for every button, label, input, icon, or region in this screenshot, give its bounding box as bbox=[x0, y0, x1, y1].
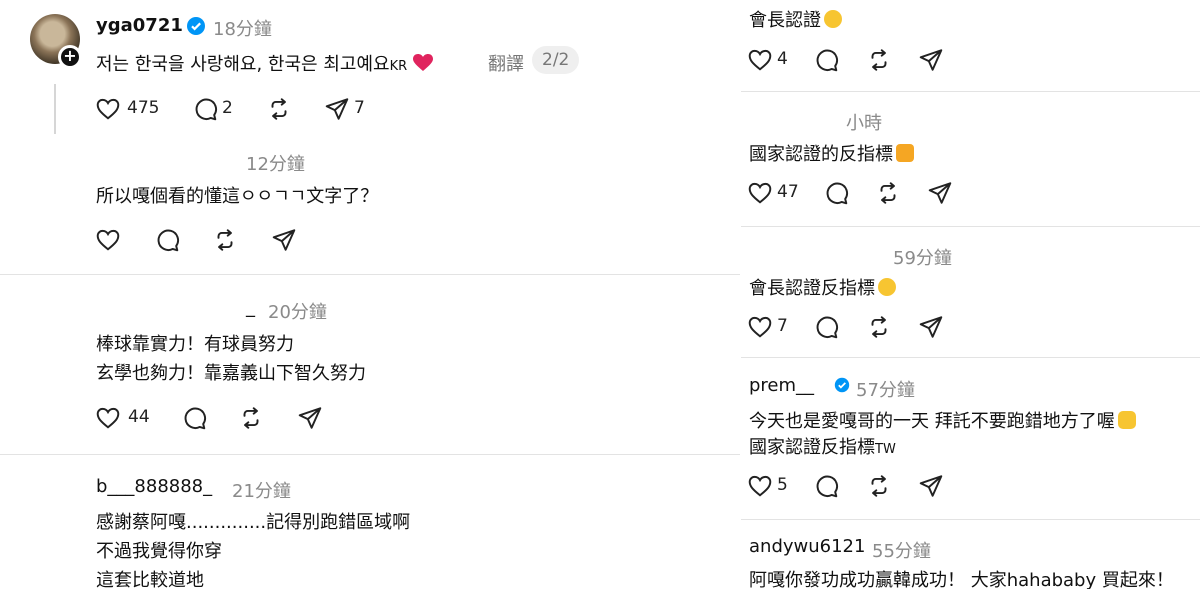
like-icon[interactable] bbox=[747, 473, 773, 499]
like-count: 7 bbox=[777, 316, 788, 336]
repost-icon[interactable] bbox=[866, 473, 892, 499]
comment-icon[interactable] bbox=[823, 180, 849, 206]
comment-time: 20分鐘 bbox=[268, 302, 327, 323]
like-count: 47 bbox=[777, 182, 799, 202]
comment-time: 12分鐘 bbox=[246, 154, 305, 175]
post-time: 18分鐘 bbox=[213, 19, 272, 40]
repost-icon[interactable] bbox=[238, 405, 264, 431]
comment-text: 阿嘎你發功成功贏韓成功！ 大家hahababy 買起來！ bbox=[749, 570, 1174, 589]
verified-badge-icon bbox=[186, 16, 206, 36]
divider bbox=[0, 454, 740, 455]
repost-icon[interactable] bbox=[266, 96, 292, 122]
like-icon[interactable] bbox=[95, 96, 121, 122]
comment-icon[interactable] bbox=[192, 96, 218, 122]
like-icon[interactable] bbox=[95, 227, 121, 253]
comment-icon[interactable] bbox=[181, 405, 207, 431]
like-icon[interactable] bbox=[747, 180, 773, 206]
like-icon[interactable] bbox=[95, 405, 121, 431]
comment-icon[interactable] bbox=[813, 314, 839, 340]
comment-line: 玄學也夠力！靠嘉義山下智久努力 bbox=[96, 363, 366, 384]
comment-text: 國家認證的反指標 bbox=[749, 140, 914, 166]
share-icon[interactable] bbox=[918, 473, 944, 499]
comment-username[interactable]: andywu6121 bbox=[749, 536, 865, 557]
flag-tw: TW bbox=[875, 442, 896, 457]
laughing-emoji-icon bbox=[878, 278, 896, 296]
like-count: 475 bbox=[127, 98, 160, 118]
comment-time: 55分鐘 bbox=[872, 541, 931, 562]
verified-badge-icon bbox=[834, 377, 850, 393]
like-count: 5 bbox=[777, 475, 788, 495]
repost-icon[interactable] bbox=[866, 47, 892, 73]
comment-line: 今天也是愛嘎哥的一天 拜託不要跑錯地方了喔 bbox=[749, 407, 1136, 433]
divider bbox=[0, 274, 740, 275]
comment-line: 感謝蔡阿嘎..............記得別跑錯區域啊 bbox=[96, 512, 411, 533]
thumbs-up-emoji-icon bbox=[896, 144, 914, 162]
rofl-emoji-icon bbox=[824, 10, 842, 28]
comment-time: 21分鐘 bbox=[232, 481, 291, 502]
share-icon[interactable] bbox=[927, 180, 953, 206]
comment-icon[interactable] bbox=[813, 473, 839, 499]
comment-line: 這套比較道地 bbox=[96, 570, 204, 589]
thread-line bbox=[54, 84, 56, 134]
share-count: 7 bbox=[354, 98, 365, 118]
divider bbox=[741, 91, 1200, 92]
heart-hands-emoji-icon bbox=[1117, 411, 1136, 429]
comment-time: 57分鐘 bbox=[856, 380, 915, 401]
translate-link[interactable]: 翻譯 bbox=[488, 50, 524, 76]
comment-count: 2 bbox=[222, 98, 233, 118]
repost-icon[interactable] bbox=[875, 180, 901, 206]
comment-text: 所以嘎個看的懂這ㅇㅇㄱㄱ文字了？ bbox=[96, 186, 379, 207]
heart-emoji bbox=[412, 54, 433, 72]
like-icon[interactable] bbox=[747, 314, 773, 340]
comment-text: 會長認證 bbox=[749, 6, 842, 32]
like-count: 4 bbox=[777, 49, 788, 69]
divider bbox=[741, 519, 1200, 520]
page-indicator: 2/2 bbox=[532, 46, 580, 74]
flag-kr: KR bbox=[389, 59, 408, 74]
comment-icon[interactable] bbox=[154, 227, 180, 253]
repost-icon[interactable] bbox=[212, 227, 238, 253]
divider bbox=[741, 226, 1200, 227]
comment-time: 小時 bbox=[846, 113, 882, 134]
comment-username[interactable]: prem__ bbox=[749, 375, 814, 396]
like-count: 44 bbox=[128, 407, 150, 427]
comment-text: 會長認證反指標 bbox=[749, 274, 896, 300]
share-icon[interactable] bbox=[271, 227, 297, 253]
share-icon[interactable] bbox=[918, 47, 944, 73]
comment-time: 59分鐘 bbox=[893, 248, 952, 269]
repost-icon[interactable] bbox=[866, 314, 892, 340]
share-icon[interactable] bbox=[324, 96, 350, 122]
comment-line: 棒球靠實力！有球員努力 bbox=[96, 334, 294, 355]
comment-icon[interactable] bbox=[813, 47, 839, 73]
comment-line: 不過我覺得你穿 bbox=[96, 541, 222, 562]
comment-username[interactable]: b___888888_ bbox=[96, 476, 212, 497]
comment-line: 國家認證反指標TW bbox=[749, 437, 896, 458]
share-icon[interactable] bbox=[297, 405, 323, 431]
follow-plus-icon[interactable]: + bbox=[58, 45, 82, 69]
post-username[interactable]: yga0721 bbox=[96, 15, 183, 36]
share-icon[interactable] bbox=[918, 314, 944, 340]
like-icon[interactable] bbox=[747, 47, 773, 73]
divider bbox=[741, 357, 1200, 358]
comment-username[interactable]: _ bbox=[246, 297, 255, 318]
post-text: 저는 한국을 사랑해요, 한국은 최고예요KR bbox=[96, 50, 433, 76]
